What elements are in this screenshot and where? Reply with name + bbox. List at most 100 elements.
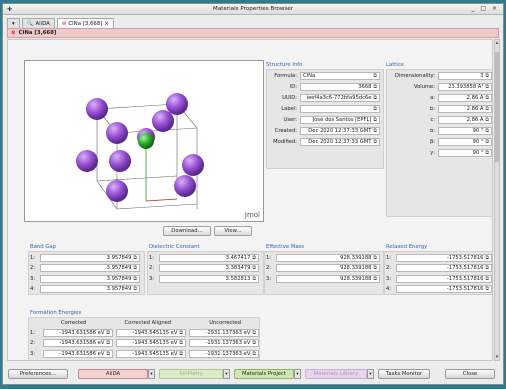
- field-value[interactable]: 3668 ⧉: [300, 82, 380, 91]
- copy-icon[interactable]: ⧉: [485, 106, 489, 112]
- field-value[interactable]: -1943.545135 eV ⧉: [116, 349, 186, 358]
- field-value[interactable]: -1753.517816 ⧉: [396, 285, 492, 293]
- tab-menu[interactable]: ▾: [7, 18, 20, 28]
- field-value[interactable]: 90 ° ⧉: [438, 137, 492, 146]
- field-value[interactable]: -1931.137363 eV ⧉: [189, 339, 259, 347]
- copy-icon[interactable]: ⧉: [373, 84, 377, 90]
- scroll-down-icon[interactable]: ▾: [495, 354, 499, 360]
- copy-icon[interactable]: ⧉: [179, 330, 183, 336]
- field-value[interactable]: 3.957849 ⧉: [40, 285, 140, 293]
- copy-icon[interactable]: ⧉: [485, 117, 489, 123]
- copy-icon[interactable]: ⧉: [252, 276, 256, 282]
- field-value[interactable]: ClNa ⧉: [300, 71, 380, 80]
- copy-icon[interactable]: ⧉: [485, 276, 489, 282]
- field-value[interactable]: Dec 2020 12:37:33 GMT ⧉: [300, 126, 380, 135]
- copy-icon[interactable]: ⧉: [373, 95, 377, 101]
- field-text: -1753.517816: [446, 286, 484, 292]
- vertical-scrollbar[interactable]: ▴ ▾: [494, 39, 500, 361]
- field-value[interactable]: -1943.631586 eV ⧉: [43, 349, 113, 358]
- copy-icon[interactable]: ⧉: [373, 73, 377, 79]
- field-value[interactable]: 23.393858 Å³ ⧉: [438, 82, 492, 91]
- field-value[interactable]: ieef4a3c6-772bfa95dc6e ⧉: [300, 93, 380, 102]
- materials-project-button[interactable]: Materials Project: [234, 369, 294, 379]
- copy-icon[interactable]: ⧉: [485, 84, 489, 90]
- field-value[interactable]: -1931.137363 eV ⧉: [189, 349, 259, 358]
- scroll-thumb[interactable]: [495, 52, 499, 162]
- tab-aiida[interactable]: 🔍 AiiDA: [21, 18, 55, 28]
- materials-project-dropdown-icon[interactable]: ▾: [294, 369, 301, 379]
- field-text: -1943.631586 eV: [59, 340, 105, 346]
- copy-icon[interactable]: ⧉: [485, 139, 489, 145]
- copy-icon[interactable]: ⧉: [485, 73, 489, 79]
- field-value[interactable]: 928.339188 ⧉: [276, 264, 380, 272]
- field-text: -1943.545135 eV: [132, 329, 178, 336]
- field-value[interactable]: 3 ⧉: [438, 71, 492, 80]
- field-value[interactable]: 928.339188 ⧉: [276, 274, 380, 283]
- copy-icon[interactable]: ⧉: [106, 351, 110, 357]
- close-icon[interactable]: ×: [104, 21, 109, 27]
- field-value[interactable]: 3.383479 ⧉: [159, 264, 259, 272]
- field-value[interactable]: José dos Santos [EPFL] ⧉: [300, 115, 380, 124]
- copy-icon[interactable]: ⧉: [133, 286, 137, 292]
- field-value[interactable]: 928.339188 ⧉: [276, 253, 380, 262]
- aiida-button[interactable]: AiiDA: [78, 369, 148, 379]
- copy-icon[interactable]: ⧉: [133, 276, 137, 282]
- copy-icon[interactable]: ⧉: [373, 106, 377, 112]
- copy-icon[interactable]: ⧉: [252, 351, 256, 357]
- field-value[interactable]: 3.582813 ⧉: [159, 274, 259, 283]
- field-value[interactable]: -1943.545135 eV ⧉: [116, 328, 186, 337]
- window-controls[interactable]: _ □ ×: [471, 5, 499, 12]
- tab-structure[interactable]: ⊗ ClNa [3,668] ×: [56, 18, 114, 28]
- field-value[interactable]: Dec 2020 12:37:33 GMT ⧉: [300, 137, 380, 146]
- field-value[interactable]: 90 ° ⧉: [438, 148, 492, 157]
- preferences-button[interactable]: Preferences...: [8, 369, 68, 379]
- scroll-up-icon[interactable]: ▴: [495, 40, 499, 46]
- field-value[interactable]: 3.467417 ⧉: [159, 253, 259, 262]
- row-index: 4:: [386, 286, 392, 292]
- jmol-viewer[interactable]: Jmol: [24, 60, 264, 222]
- copy-icon[interactable]: ⧉: [179, 351, 183, 357]
- copy-icon[interactable]: ⧉: [373, 276, 377, 282]
- field-value[interactable]: ⧉: [300, 104, 380, 113]
- copy-icon[interactable]: ⧉: [373, 265, 377, 271]
- copy-icon[interactable]: ⧉: [252, 340, 256, 346]
- copy-icon[interactable]: ⧉: [373, 255, 377, 261]
- copy-icon[interactable]: ⧉: [485, 128, 489, 134]
- field-value[interactable]: -1753.517816 ⧉: [396, 264, 492, 272]
- copy-icon[interactable]: ⧉: [485, 95, 489, 101]
- field-value[interactable]: 2.86 Å ⧉: [438, 93, 492, 102]
- copy-icon[interactable]: ⧉: [485, 150, 489, 156]
- copy-icon[interactable]: ⧉: [252, 255, 256, 261]
- aiida-dropdown-icon[interactable]: ▾: [148, 369, 155, 379]
- tasks-monitor-button[interactable]: Tasks Monitor: [378, 369, 430, 379]
- copy-icon[interactable]: ⧉: [179, 340, 183, 346]
- copy-icon[interactable]: ⧉: [485, 255, 489, 261]
- field-value[interactable]: 2.86 Å ⧉: [438, 104, 492, 113]
- copy-icon[interactable]: ⧉: [252, 265, 256, 271]
- field-value[interactable]: 2.86 Å ⧉: [438, 115, 492, 124]
- field-value[interactable]: -1943.631586 eV ⧉: [43, 328, 113, 337]
- download-button[interactable]: Download...: [163, 226, 211, 236]
- field-value[interactable]: 90 ° ⧉: [438, 126, 492, 135]
- field-value[interactable]: -1931.137363 eV ⧉: [189, 328, 259, 337]
- copy-icon[interactable]: ⧉: [485, 286, 489, 292]
- field-value[interactable]: -1943.631586 eV ⧉: [43, 339, 113, 347]
- field-value[interactable]: -1753.517816 ⧉: [396, 274, 492, 283]
- copy-icon[interactable]: ⧉: [373, 128, 377, 134]
- field-value[interactable]: 3.957849 ⧉: [40, 264, 140, 272]
- copy-icon[interactable]: ⧉: [373, 139, 377, 145]
- field-value[interactable]: -1943.545135 eV ⧉: [116, 339, 186, 347]
- copy-icon[interactable]: ⧉: [133, 265, 137, 271]
- close-button[interactable]: Close: [445, 369, 495, 379]
- copy-icon[interactable]: ⧉: [133, 255, 137, 261]
- atom-na: [86, 98, 108, 120]
- copy-icon[interactable]: ⧉: [485, 265, 489, 271]
- field-value[interactable]: 3.957849 ⧉: [40, 253, 140, 262]
- copy-icon[interactable]: ⧉: [106, 340, 110, 346]
- copy-icon[interactable]: ⧉: [373, 117, 377, 123]
- field-value[interactable]: 3.957849 ⧉: [40, 274, 140, 283]
- field-value[interactable]: -1753.517816 ⧉: [396, 253, 492, 262]
- copy-icon[interactable]: ⧉: [106, 330, 110, 336]
- view-button[interactable]: View...: [214, 226, 252, 236]
- copy-icon[interactable]: ⧉: [252, 330, 256, 336]
